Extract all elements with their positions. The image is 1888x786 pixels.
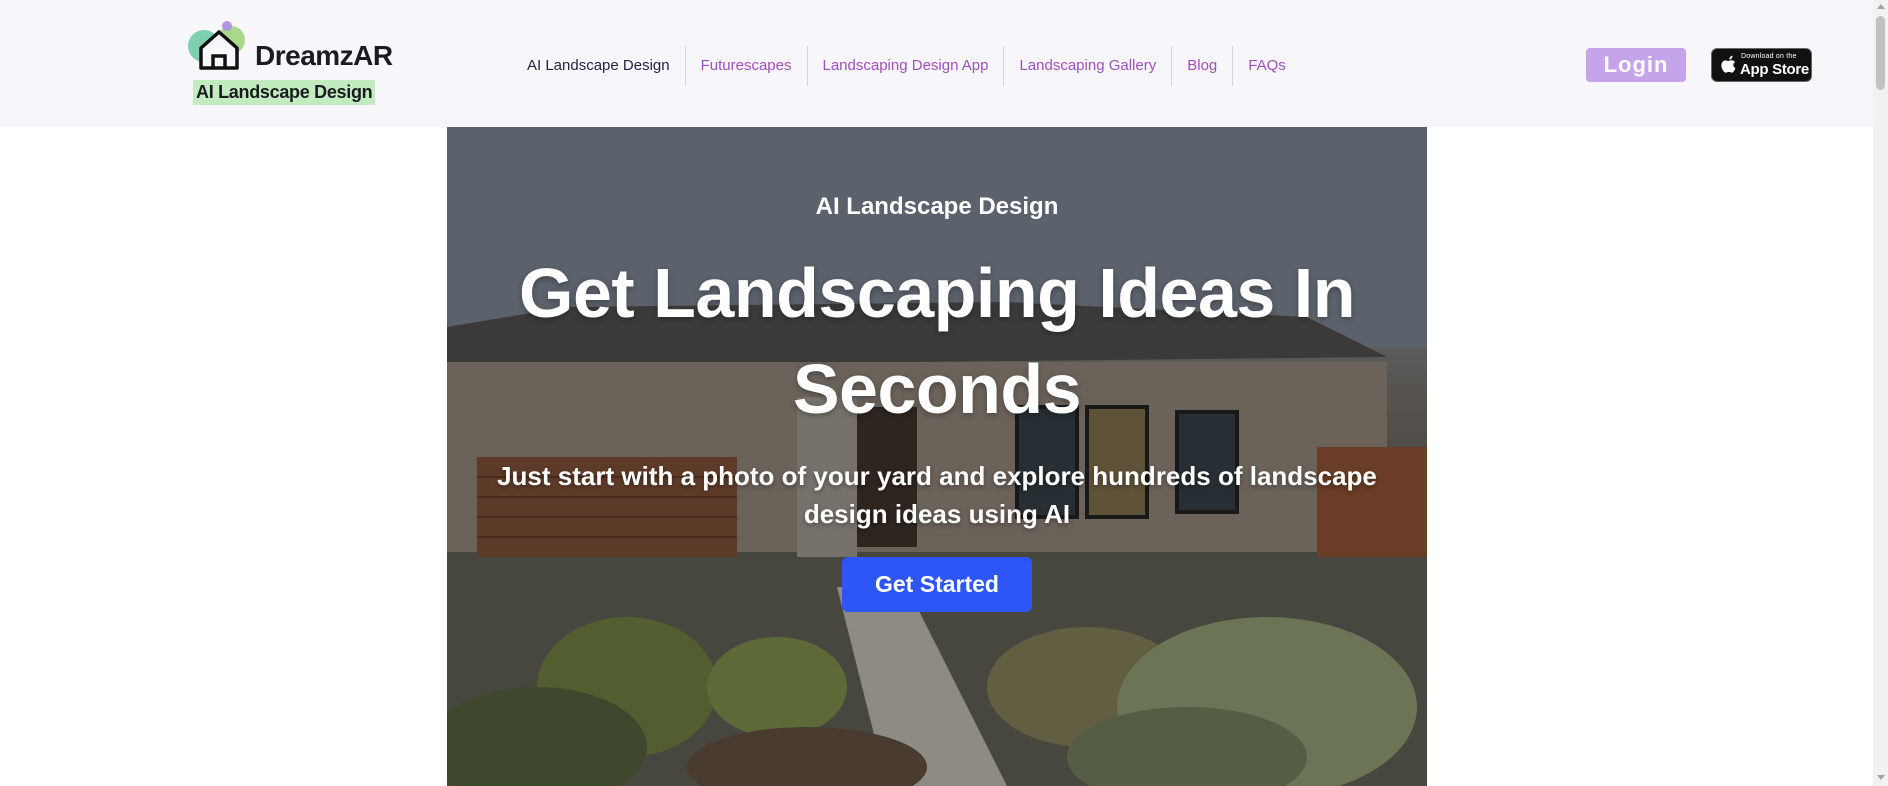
brand-tagline: AI Landscape Design	[193, 80, 376, 105]
nav-landscaping-gallery[interactable]: Landscaping Gallery	[1003, 46, 1171, 86]
hero-subtitle: Just start with a photo of your yard and…	[497, 461, 1377, 529]
nav-landscaping-design-app[interactable]: Landscaping Design App	[806, 46, 1004, 86]
hero-section: AI Landscape Design Get Landscaping Idea…	[447, 127, 1427, 786]
scroll-down-arrow-icon[interactable]	[1877, 775, 1885, 780]
page-scrollbar[interactable]	[1873, 0, 1888, 786]
hero-eyebrow: AI Landscape Design	[815, 193, 1059, 220]
scroll-up-arrow-icon[interactable]	[1877, 4, 1885, 9]
nav-blog[interactable]: Blog	[1171, 46, 1232, 86]
hero-title: Get Landscaping Ideas In Seconds	[519, 254, 1355, 428]
scroll-thumb[interactable]	[1876, 16, 1885, 90]
main-nav: AI Landscape Design Futurescapes Landsca…	[512, 46, 1301, 86]
get-started-button[interactable]: Get Started	[842, 557, 1032, 612]
site-header: DreamzAR AI Landscape Design AI Landscap…	[0, 0, 1873, 127]
house-logo-icon	[188, 21, 245, 70]
nav-faqs[interactable]: FAQs	[1232, 46, 1301, 86]
logo[interactable]: DreamzAR AI Landscape Design	[187, 20, 393, 110]
apple-icon	[1721, 55, 1736, 73]
brand-name: DreamzAR	[255, 40, 393, 71]
login-button[interactable]: Login	[1586, 48, 1686, 82]
app-store-badge[interactable]: Download on the App Store	[1711, 48, 1812, 82]
app-store-label: App Store	[1740, 61, 1809, 78]
nav-futurescapes[interactable]: Futurescapes	[684, 46, 807, 86]
app-store-small-text: Download on the	[1741, 53, 1797, 60]
nav-ai-landscape-design[interactable]: AI Landscape Design	[512, 46, 685, 86]
